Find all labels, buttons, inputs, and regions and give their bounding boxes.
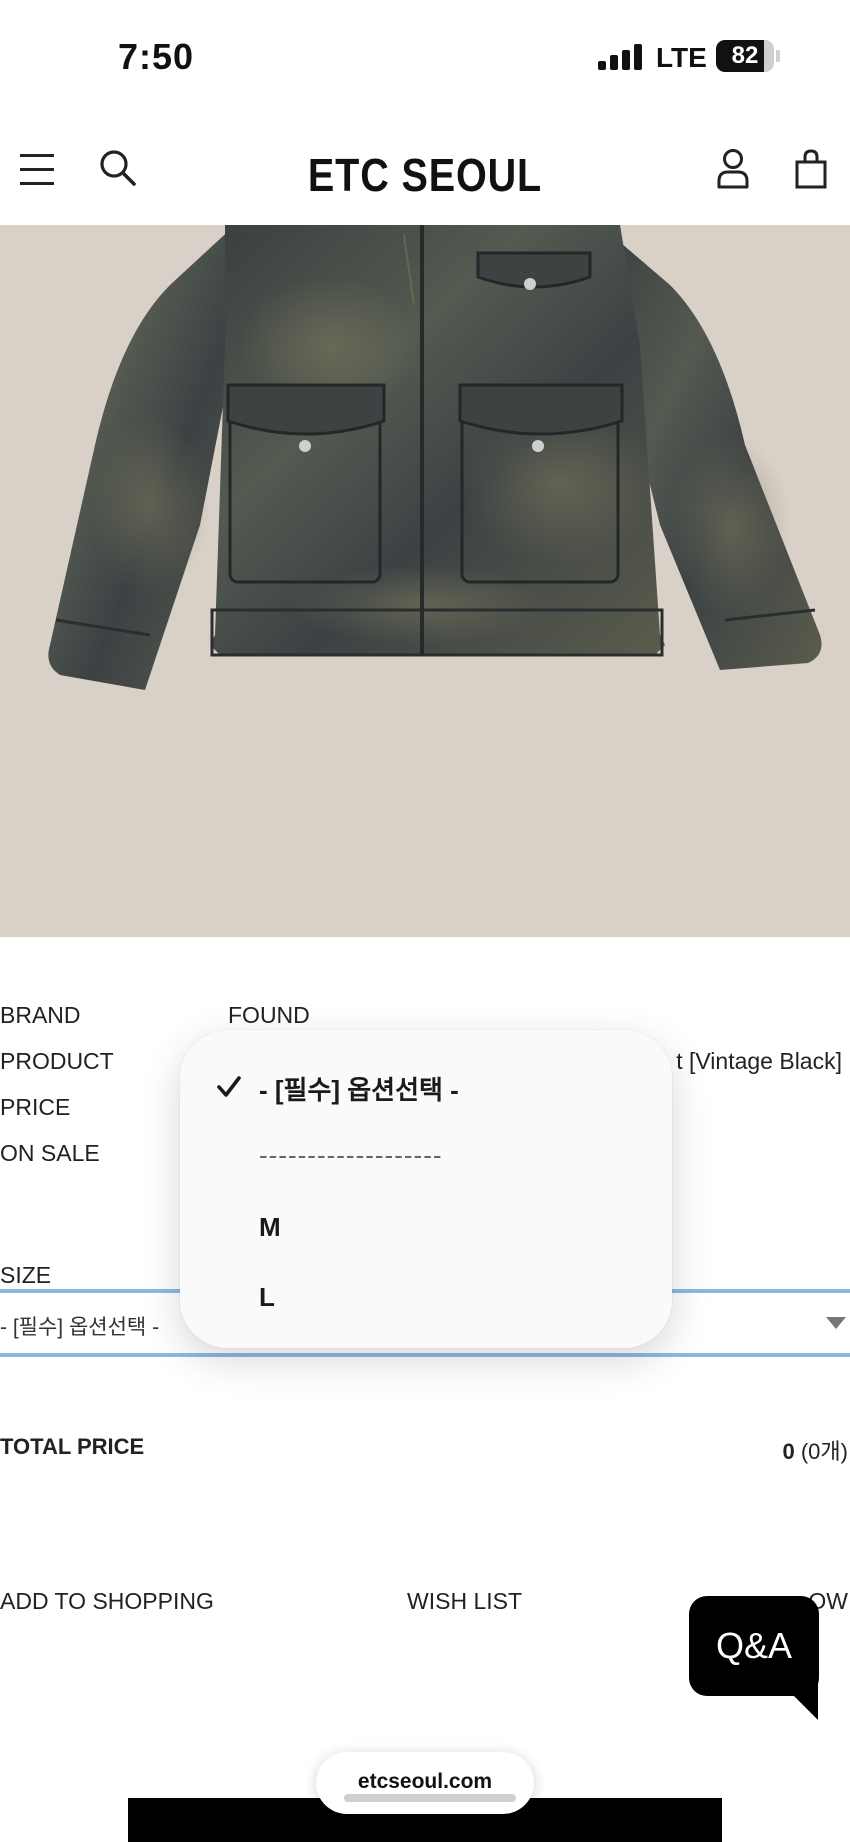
status-bar: 7:50 LTE 82 xyxy=(0,0,850,115)
site-logo[interactable]: ETC SEOUL xyxy=(60,148,791,202)
user-icon[interactable] xyxy=(716,148,750,190)
dropdown-option-placeholder[interactable]: - [필수] 옵션선택 - xyxy=(259,1070,459,1107)
add-to-cart-button[interactable]: ADD TO SHOPPING xyxy=(0,1588,214,1615)
qa-button-label: Q&A xyxy=(715,1625,793,1666)
battery-cap xyxy=(776,50,780,62)
total-item-count: (0개) xyxy=(800,1439,848,1464)
size-select-value: - [필수] 옵션선택 - xyxy=(0,1316,160,1339)
on-sale-label: ON SALE xyxy=(0,1140,100,1166)
dropdown-option-l[interactable]: L xyxy=(259,1282,275,1313)
site-header: ETC SEOUL xyxy=(0,130,850,225)
leather-jacket-illustration xyxy=(48,225,822,690)
size-label: SIZE xyxy=(0,1262,52,1288)
size-options-dropdown: - [필수] 옵션선택 - ------------------- M L xyxy=(180,1030,672,1348)
status-time: 7:50 xyxy=(118,36,195,77)
qa-button[interactable]: Q&A xyxy=(689,1596,819,1696)
product-image[interactable] xyxy=(0,225,850,937)
price-label: PRICE xyxy=(0,1094,71,1120)
chevron-down-icon xyxy=(826,1317,846,1329)
network-type: LTE xyxy=(656,42,707,73)
url-bar[interactable]: etcseoul.com xyxy=(316,1752,534,1814)
product-value: t [Vintage Black] xyxy=(676,1048,842,1074)
checkmark-icon xyxy=(216,1074,242,1100)
menu-icon[interactable] xyxy=(20,152,54,186)
dropdown-option-m[interactable]: M xyxy=(259,1212,281,1243)
brand-value: FOUND xyxy=(228,1002,310,1028)
shopping-bag-icon[interactable] xyxy=(794,148,828,190)
cellular-signal-icon xyxy=(598,44,644,70)
total-price-label: TOTAL PRICE xyxy=(0,1434,145,1459)
brand-label: BRAND xyxy=(0,1002,81,1028)
wish-list-button[interactable]: WISH LIST xyxy=(407,1588,522,1615)
url-underline xyxy=(344,1794,516,1802)
total-price-amount: 0 xyxy=(782,1439,795,1464)
total-price-value: 0 (0개) xyxy=(782,1434,848,1466)
battery-icon: 82 xyxy=(716,40,774,72)
product-label: PRODUCT xyxy=(0,1048,114,1074)
battery-percentage: 82 xyxy=(731,42,759,69)
dropdown-option-separator[interactable]: ------------------- xyxy=(259,1140,443,1171)
